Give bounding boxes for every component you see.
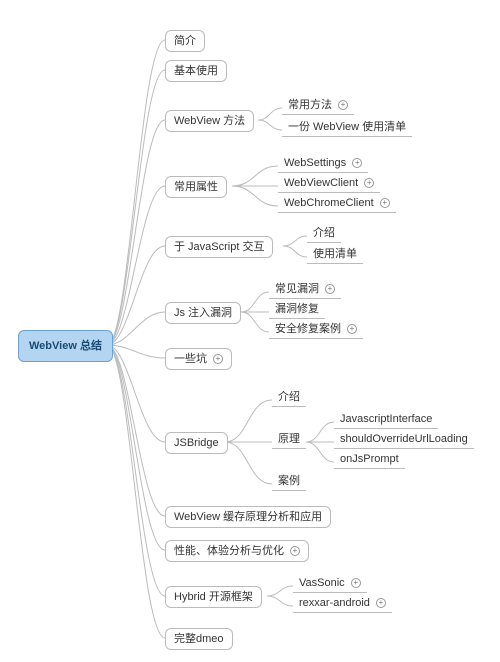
- root-node[interactable]: WebView 总结: [18, 330, 113, 362]
- node-attrs[interactable]: 常用属性: [165, 176, 227, 198]
- expand-icon[interactable]: [351, 578, 361, 588]
- expand-icon[interactable]: [376, 598, 386, 608]
- node-methods[interactable]: WebView 方法: [165, 110, 254, 132]
- node-basic-use[interactable]: 基本使用: [165, 60, 227, 82]
- node-js-interact[interactable]: 于 JavaScript 交互: [165, 236, 273, 258]
- leaf-jsbridge-case[interactable]: 案例: [272, 472, 306, 491]
- leaf-vuln-fix[interactable]: 漏洞修复: [269, 300, 325, 319]
- leaf-webviewclient[interactable]: WebViewClient: [278, 174, 380, 193]
- node-hybrid[interactable]: Hybrid 开源框架: [165, 586, 262, 608]
- node-cache[interactable]: WebView 缓存原理分析和应用: [165, 506, 331, 528]
- node-perf[interactable]: 性能、体验分析与优化: [165, 540, 309, 562]
- leaf-common-vulns[interactable]: 常见漏洞: [269, 280, 341, 299]
- node-js-inject[interactable]: Js 注入漏洞: [165, 302, 241, 324]
- leaf-js-interact-intro[interactable]: 介绍: [307, 224, 341, 243]
- expand-icon[interactable]: [213, 354, 223, 364]
- expand-icon[interactable]: [325, 284, 335, 294]
- leaf-shouldoverride[interactable]: shouldOverrideUrlLoading: [334, 430, 474, 449]
- expand-icon[interactable]: [347, 324, 357, 334]
- expand-icon[interactable]: [338, 100, 348, 110]
- leaf-jsbridge-principle[interactable]: 原理: [272, 430, 306, 449]
- leaf-vassonic[interactable]: VasSonic: [293, 574, 367, 593]
- node-jsbridge[interactable]: JSBridge: [165, 432, 228, 454]
- leaf-safe-fix-case[interactable]: 安全修复案例: [269, 320, 363, 339]
- node-demo[interactable]: 完整dmeo: [165, 628, 233, 650]
- expand-icon[interactable]: [364, 178, 374, 188]
- leaf-usage-list[interactable]: 一份 WebView 使用清单: [282, 118, 412, 137]
- expand-icon[interactable]: [380, 198, 390, 208]
- root-label: WebView 总结: [29, 339, 102, 353]
- leaf-rexxar[interactable]: rexxar-android: [293, 594, 392, 613]
- leaf-js-interact-usage[interactable]: 使用清单: [307, 245, 363, 264]
- leaf-webchromeclient[interactable]: WebChromeClient: [278, 194, 396, 213]
- leaf-common-methods[interactable]: 常用方法: [282, 96, 354, 115]
- node-intro[interactable]: 简介: [165, 30, 205, 52]
- expand-icon[interactable]: [290, 546, 300, 556]
- leaf-onjsprompt[interactable]: onJsPrompt: [334, 450, 405, 469]
- node-pitfalls[interactable]: 一些坑: [165, 348, 232, 370]
- leaf-websettings[interactable]: WebSettings: [278, 154, 368, 173]
- leaf-jsbridge-intro[interactable]: 介绍: [272, 388, 306, 407]
- leaf-jsinterface[interactable]: JavascriptInterface: [334, 410, 438, 429]
- expand-icon[interactable]: [352, 158, 362, 168]
